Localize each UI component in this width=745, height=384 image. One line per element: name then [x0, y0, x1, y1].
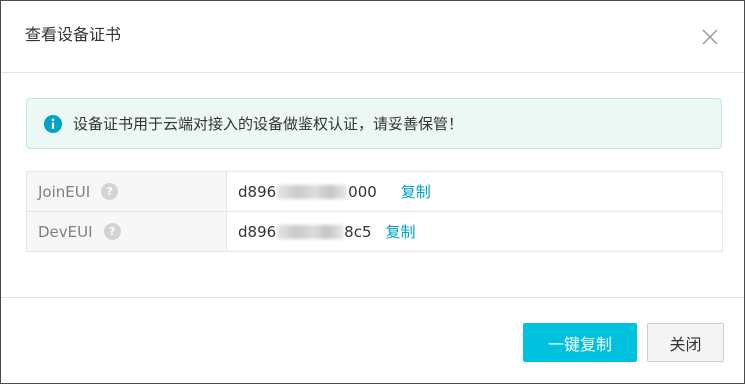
redacted-value: [277, 224, 344, 239]
row-label-cell: JoinEUI ?: [27, 172, 227, 211]
copy-link[interactable]: 复制: [386, 221, 416, 242]
table-row-joineui: JoinEUI ? d896 000 复制: [27, 172, 723, 212]
row-value-cell: d896 000 复制: [227, 172, 723, 211]
info-icon: [44, 115, 62, 133]
dialog-header: 查看设备证书: [1, 1, 744, 73]
copy-link[interactable]: 复制: [401, 181, 431, 202]
row-value-cell: d896 8c5 复制: [227, 212, 723, 251]
question-icon[interactable]: ?: [103, 223, 121, 240]
redacted-value: [277, 184, 348, 199]
certificate-table: JoinEUI ? d896 000 复制 DevEUI ? d896 8c5: [26, 171, 723, 252]
alert-text: 设备证书用于云端对接入的设备做鉴权认证，请妥善保管！: [73, 115, 464, 133]
question-icon[interactable]: ?: [101, 183, 119, 200]
footer-divider: [1, 297, 744, 298]
table-row-deveui: DevEUI ? d896 8c5 复制: [27, 212, 723, 252]
close-icon[interactable]: [701, 28, 719, 46]
info-alert: 设备证书用于云端对接入的设备做鉴权认证，请妥善保管！: [26, 98, 722, 149]
row-label-cell: DevEUI ?: [27, 212, 227, 251]
row-label: DevEUI: [38, 222, 93, 241]
row-label: JoinEUI: [38, 182, 91, 201]
value-prefix: d896: [238, 182, 277, 201]
close-button[interactable]: 关闭: [647, 323, 724, 362]
dialog-title: 查看设备证书: [25, 25, 122, 44]
copy-all-button[interactable]: 一键复制: [523, 323, 637, 362]
value-prefix: d896: [238, 222, 277, 241]
value-suffix: 000: [348, 182, 377, 201]
certificate-dialog: 查看设备证书 设备证书用于云端对接入的设备做鉴权认证，请妥善保管！ JoinEU…: [0, 0, 745, 384]
value-suffix: 8c5: [344, 222, 372, 241]
